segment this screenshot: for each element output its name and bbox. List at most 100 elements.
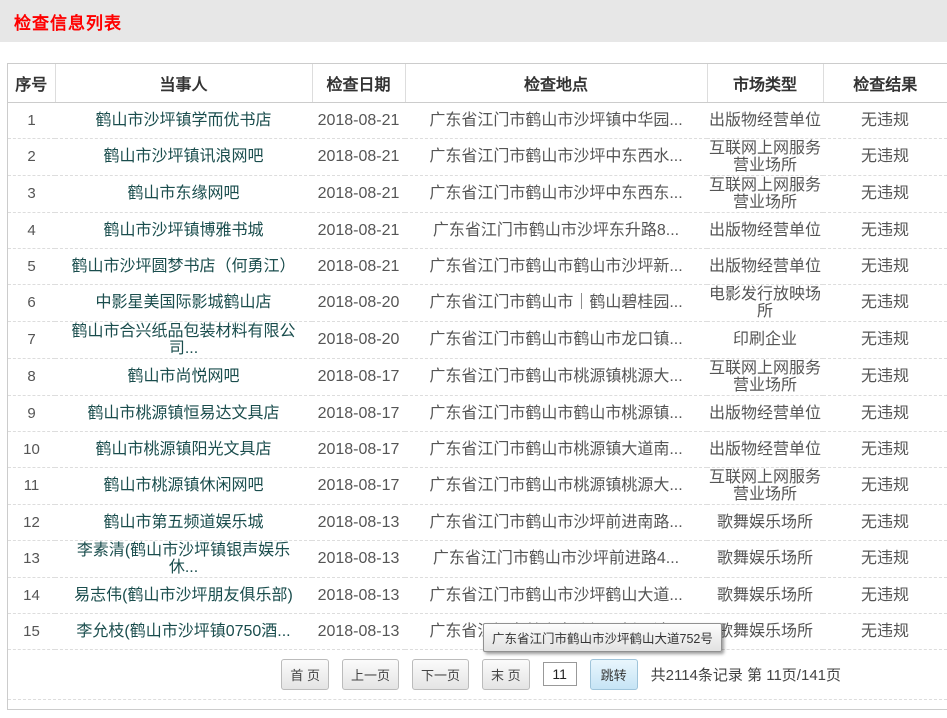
cell-inspection-location: 广东省江门市鹤山市沙坪鹤山大道... xyxy=(405,577,707,613)
cell-market-type: 互联网上网服务营业场所 xyxy=(707,175,823,212)
page-number-input[interactable] xyxy=(543,662,577,686)
cell-inspection-date: 2018-08-17 xyxy=(312,358,405,395)
cell-inspection-location: 广东省江门市鹤山市沙坪东升路8... xyxy=(405,212,707,248)
cell-inspection-result: 无违规 xyxy=(823,175,947,212)
cell-inspection-result: 无违规 xyxy=(823,395,947,431)
cell-inspection-location: 广东省江门市鹤山市鹤山市桃源镇... xyxy=(405,395,707,431)
prev-page-button[interactable]: 上一页 xyxy=(342,659,399,690)
cell-row-number: 7 xyxy=(8,321,55,358)
table-row: 7 鹤山市合兴纸品包装材料有限公司... 2018-08-20 广东省江门市鹤山… xyxy=(8,321,947,358)
table-row: 15 李允枝(鹤山市沙坪镇0750酒... 2018-08-13 广东省江门市鹤… xyxy=(8,613,947,649)
cell-row-number: 4 xyxy=(8,212,55,248)
cell-market-type: 出版物经营单位 xyxy=(707,395,823,431)
cell-inspection-date: 2018-08-21 xyxy=(312,212,405,248)
cell-inspection-date: 2018-08-21 xyxy=(312,175,405,212)
cell-inspection-result: 无违规 xyxy=(823,577,947,613)
cell-inspection-date: 2018-08-21 xyxy=(312,248,405,284)
cell-market-type: 歌舞娱乐场所 xyxy=(707,577,823,613)
cell-inspection-date: 2018-08-20 xyxy=(312,321,405,358)
cell-market-type: 互联网上网服务营业场所 xyxy=(707,358,823,395)
cell-inspection-location: 广东省江门市鹤山市桃源镇桃源大... xyxy=(405,467,707,504)
cell-market-type: 出版物经营单位 xyxy=(707,248,823,284)
table-row: 8 鹤山市尚悦网吧 2018-08-17 广东省江门市鹤山市桃源镇桃源大... … xyxy=(8,358,947,395)
party-link[interactable]: 鹤山市沙坪镇学而优书店 xyxy=(55,102,312,138)
party-link[interactable]: 鹤山市合兴纸品包装材料有限公司... xyxy=(55,321,312,358)
col-header-result: 检查结果 xyxy=(823,64,947,102)
cell-inspection-location: 广东省江门市鹤山市鹤山市沙坪新... xyxy=(405,248,707,284)
party-link[interactable]: 鹤山市第五频道娱乐城 xyxy=(55,504,312,540)
cell-inspection-date: 2018-08-17 xyxy=(312,395,405,431)
cell-market-type: 歌舞娱乐场所 xyxy=(707,613,823,649)
cell-inspection-location: 广东省江门市鹤山市沙坪镇中华园... xyxy=(405,102,707,138)
content-container: 序号 当事人 检查日期 检查地点 市场类型 检查结果 1 鹤山市沙坪镇学而优书店… xyxy=(7,63,947,710)
cell-row-number: 14 xyxy=(8,577,55,613)
cell-market-type: 出版物经营单位 xyxy=(707,212,823,248)
party-link[interactable]: 鹤山市东缘网吧 xyxy=(55,175,312,212)
cell-row-number: 1 xyxy=(8,102,55,138)
jump-button[interactable]: 跳转 xyxy=(590,659,638,690)
cell-inspection-result: 无违规 xyxy=(823,212,947,248)
cell-inspection-date: 2018-08-17 xyxy=(312,467,405,504)
party-link[interactable]: 李素清(鹤山市沙坪镇银声娱乐休... xyxy=(55,540,312,577)
cell-row-number: 9 xyxy=(8,395,55,431)
table-row: 12 鹤山市第五频道娱乐城 2018-08-13 广东省江门市鹤山市沙坪前进南路… xyxy=(8,504,947,540)
last-page-button[interactable]: 末 页 xyxy=(482,659,530,690)
cell-inspection-result: 无违规 xyxy=(823,540,947,577)
cell-market-type: 互联网上网服务营业场所 xyxy=(707,138,823,175)
party-link[interactable]: 鹤山市桃源镇休闲网吧 xyxy=(55,467,312,504)
cell-inspection-date: 2018-08-13 xyxy=(312,540,405,577)
party-link[interactable]: 李允枝(鹤山市沙坪镇0750酒... xyxy=(55,613,312,649)
cell-inspection-result: 无违规 xyxy=(823,431,947,467)
cell-row-number: 11 xyxy=(8,467,55,504)
table-row: 9 鹤山市桃源镇恒易达文具店 2018-08-17 广东省江门市鹤山市鹤山市桃源… xyxy=(8,395,947,431)
inspection-table: 序号 当事人 检查日期 检查地点 市场类型 检查结果 1 鹤山市沙坪镇学而优书店… xyxy=(8,64,947,650)
cell-inspection-location: 广东省江门市鹤山市桃源镇桃源大... xyxy=(405,358,707,395)
party-link[interactable]: 鹤山市桃源镇阳光文具店 xyxy=(55,431,312,467)
table-row: 11 鹤山市桃源镇休闲网吧 2018-08-17 广东省江门市鹤山市桃源镇桃源大… xyxy=(8,467,947,504)
cell-row-number: 15 xyxy=(8,613,55,649)
party-link[interactable]: 中影星美国际影城鹤山店 xyxy=(55,284,312,321)
cell-inspection-location: 广东省江门市鹤山市沙坪前进路4... xyxy=(405,540,707,577)
cell-market-type: 互联网上网服务营业场所 xyxy=(707,467,823,504)
table-row: 2 鹤山市沙坪镇讯浪网吧 2018-08-21 广东省江门市鹤山市沙坪中东西水.… xyxy=(8,138,947,175)
address-tooltip: 广东省江门市鹤山市沙坪鹤山大道752号 xyxy=(483,623,722,652)
cell-inspection-result: 无违规 xyxy=(823,321,947,358)
cell-inspection-result: 无违规 xyxy=(823,467,947,504)
cell-inspection-date: 2018-08-13 xyxy=(312,504,405,540)
cell-inspection-result: 无违规 xyxy=(823,138,947,175)
cell-inspection-date: 2018-08-13 xyxy=(312,613,405,649)
cell-row-number: 12 xyxy=(8,504,55,540)
cell-inspection-location: 广东省江门市鹤山市沙坪中东西东... xyxy=(405,175,707,212)
table-row: 5 鹤山市沙坪圆梦书店（何勇江） 2018-08-21 广东省江门市鹤山市鹤山市… xyxy=(8,248,947,284)
table-row: 4 鹤山市沙坪镇博雅书城 2018-08-21 广东省江门市鹤山市沙坪东升路8.… xyxy=(8,212,947,248)
col-header-date: 检查日期 xyxy=(312,64,405,102)
cell-inspection-date: 2018-08-17 xyxy=(312,431,405,467)
party-link[interactable]: 鹤山市沙坪镇博雅书城 xyxy=(55,212,312,248)
col-header-no: 序号 xyxy=(8,64,55,102)
cell-inspection-date: 2018-08-13 xyxy=(312,577,405,613)
cell-inspection-result: 无违规 xyxy=(823,358,947,395)
title-bar: 检查信息列表 xyxy=(0,0,947,42)
pagination-bar: 首 页 上一页 下一页 末 页 跳转 共2114条记录 第 11页/141页 xyxy=(8,650,947,700)
party-link[interactable]: 鹤山市沙坪圆梦书店（何勇江） xyxy=(55,248,312,284)
cell-market-type: 歌舞娱乐场所 xyxy=(707,540,823,577)
table-row: 6 中影星美国际影城鹤山店 2018-08-20 广东省江门市鹤山市｜鹤山碧桂园… xyxy=(8,284,947,321)
party-link[interactable]: 鹤山市尚悦网吧 xyxy=(55,358,312,395)
party-link[interactable]: 鹤山市沙坪镇讯浪网吧 xyxy=(55,138,312,175)
party-link[interactable]: 易志伟(鹤山市沙坪朋友俱乐部) xyxy=(55,577,312,613)
table-row: 13 李素清(鹤山市沙坪镇银声娱乐休... 2018-08-13 广东省江门市鹤… xyxy=(8,540,947,577)
first-page-button[interactable]: 首 页 xyxy=(281,659,329,690)
next-page-button[interactable]: 下一页 xyxy=(412,659,469,690)
cell-row-number: 3 xyxy=(8,175,55,212)
cell-market-type: 出版物经营单位 xyxy=(707,102,823,138)
cell-row-number: 6 xyxy=(8,284,55,321)
page-title: 检查信息列表 xyxy=(0,0,947,34)
table-row: 1 鹤山市沙坪镇学而优书店 2018-08-21 广东省江门市鹤山市沙坪镇中华园… xyxy=(8,102,947,138)
records-summary: 共2114条记录 第 11页/141页 xyxy=(651,664,841,685)
table-row: 10 鹤山市桃源镇阳光文具店 2018-08-17 广东省江门市鹤山市桃源镇大道… xyxy=(8,431,947,467)
table-row: 3 鹤山市东缘网吧 2018-08-21 广东省江门市鹤山市沙坪中东西东... … xyxy=(8,175,947,212)
party-link[interactable]: 鹤山市桃源镇恒易达文具店 xyxy=(55,395,312,431)
cell-market-type: 电影发行放映场所 xyxy=(707,284,823,321)
cell-inspection-location: 广东省江门市鹤山市桃源镇大道南... xyxy=(405,431,707,467)
cell-inspection-result: 无违规 xyxy=(823,102,947,138)
